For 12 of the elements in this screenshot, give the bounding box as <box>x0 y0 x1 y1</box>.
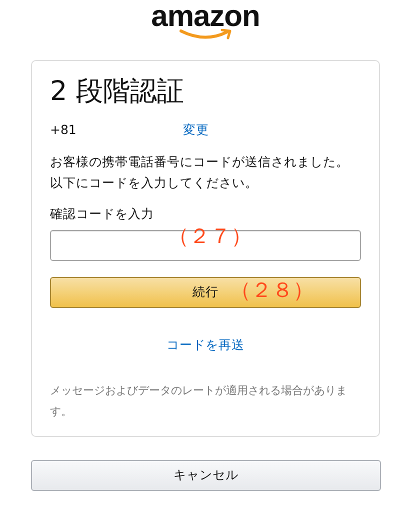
field-label: 確認コードを入力 <box>50 205 155 223</box>
message-text: お客様の携帯電話番号にコードが送信されました。以下にコードを入力してください。 <box>50 153 350 192</box>
phone-number: +81 <box>50 120 78 139</box>
cancel-button[interactable]: キャンセル <box>31 460 381 491</box>
change-link[interactable]: 変更 <box>183 120 209 140</box>
logo-text: amazon <box>151 2 260 32</box>
annotation-label: （２７） <box>168 224 252 248</box>
rates-note: メッセージおよびデータのレートが適用される場合があります。 <box>50 382 348 420</box>
page-title: 2 段階認証 <box>50 75 185 109</box>
code-input-field[interactable] <box>50 230 361 261</box>
resend-code-link[interactable]: コードを再送 <box>166 336 244 352</box>
annotation-label: （２８） <box>230 278 314 302</box>
